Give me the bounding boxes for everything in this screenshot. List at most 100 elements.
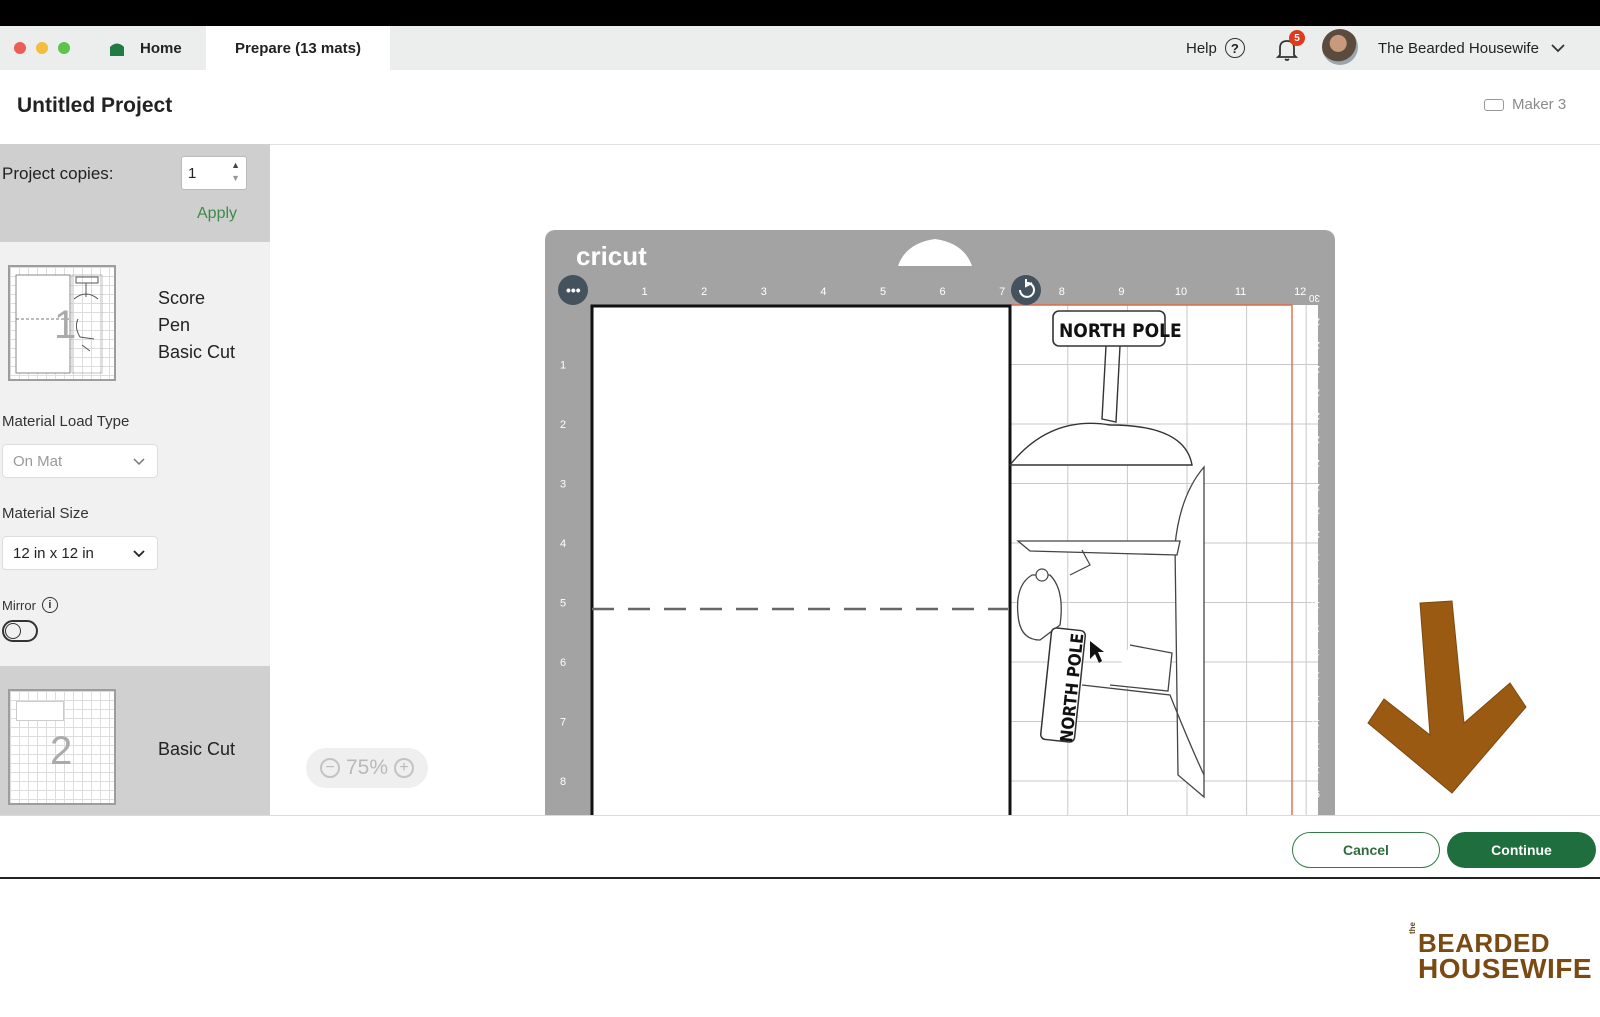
help-icon: ? xyxy=(1224,38,1245,58)
y-ruler-right-tick: 17 xyxy=(1308,599,1320,610)
x-ruler-tick: 10 xyxy=(1175,286,1187,298)
machine-label: Maker 3 xyxy=(1512,96,1567,113)
y-ruler-right-tick: 16 xyxy=(1308,622,1320,633)
white-card xyxy=(590,304,1012,815)
tab-home[interactable]: Home xyxy=(108,26,182,70)
zoom-in-icon[interactable]: + xyxy=(394,758,415,778)
x-ruler-tick: 3 xyxy=(761,286,767,298)
y-ruler-right-tick: 15 xyxy=(1308,646,1320,657)
project-header xyxy=(0,70,1600,145)
tab-prepare[interactable]: Prepare (13 mats) xyxy=(206,26,390,70)
mat-preview-canvas: cricut 1 2 3 4 5 6 7 8 9 10 11 12 12345678 30 29 28 27… xyxy=(270,145,1600,815)
mat-thumbnail-1[interactable]: 1 xyxy=(8,265,116,381)
mat-2-operations: Basic Cut xyxy=(158,736,235,763)
y-ruler-right-tick: 30 xyxy=(1308,292,1320,303)
window-minimize-button[interactable] xyxy=(36,42,48,54)
tutorial-arrow xyxy=(1367,600,1527,794)
x-ruler-tick: 11 xyxy=(1235,286,1246,298)
x-ruler-tick: 4 xyxy=(820,286,826,298)
ellipsis-icon: ••• xyxy=(566,282,581,298)
operation-basic-cut-2: Basic Cut xyxy=(158,739,236,759)
mat-thumbnail-2[interactable]: 2 xyxy=(8,689,116,805)
x-ruler-tick: 5 xyxy=(880,286,886,298)
operation-pen: Pen xyxy=(158,315,191,335)
chevron-down-icon xyxy=(1551,43,1565,52)
stepper-down-icon[interactable]: ▼ xyxy=(231,172,240,185)
y-ruler-right-tick: 28 xyxy=(1308,339,1320,350)
notifications-button[interactable]: 5 xyxy=(1275,30,1305,63)
user-name: The Bearded Housewife xyxy=(1378,39,1539,57)
y-ruler-tick: 3 xyxy=(560,479,566,491)
y-ruler-right-tick: 12 xyxy=(1308,717,1320,728)
x-ruler-tick: 2 xyxy=(701,286,707,298)
y-ruler-right-tick: 10 xyxy=(1308,764,1320,775)
mirror-toggle[interactable] xyxy=(2,620,38,642)
tab-prepare-label: Prepare (13 mats) xyxy=(235,39,361,57)
copies-input[interactable]: 1 ▲ ▼ xyxy=(181,156,247,190)
help-button[interactable]: Help ? xyxy=(1186,26,1245,70)
material-size-select[interactable]: 12 in x 12 in xyxy=(2,536,158,570)
y-ruler-right-tick: 26 xyxy=(1308,386,1320,397)
y-ruler-right-tick: 19 xyxy=(1308,552,1320,563)
help-label: Help xyxy=(1186,39,1217,57)
material-load-select[interactable]: On Mat xyxy=(2,444,158,478)
window-zoom-button[interactable] xyxy=(58,42,70,54)
y-ruler-tick: 1 xyxy=(560,360,566,372)
x-ruler-tick: 1 xyxy=(642,286,648,298)
watermark-logo: the BEARDED HOUSEWIFE xyxy=(1408,922,1593,984)
screen-top-bar xyxy=(0,0,1600,26)
y-ruler-right-tick: 25 xyxy=(1308,410,1320,421)
page-title: Untitled Project xyxy=(17,94,173,117)
y-ruler-tick: 6 xyxy=(560,657,566,669)
machine-icon xyxy=(1484,98,1504,111)
y-ruler-right-tick: 20 xyxy=(1308,528,1320,539)
cancel-button[interactable]: Cancel xyxy=(1292,832,1440,868)
info-icon[interactable]: i xyxy=(41,597,58,613)
window-close-button[interactable] xyxy=(14,42,26,54)
y-ruler-right-tick: 21 xyxy=(1308,504,1320,515)
y-ruler-right-tick: 27 xyxy=(1308,363,1320,374)
x-ruler-tick: 6 xyxy=(940,286,946,298)
tab-home-label: Home xyxy=(140,39,182,57)
mirror-label-row: Mirror i xyxy=(2,597,58,613)
apply-button[interactable]: Apply xyxy=(197,205,237,223)
cutting-mat: cricut 1 2 3 4 5 6 7 8 9 10 11 12 12345678 30292827… xyxy=(545,230,1527,815)
chevron-down-icon xyxy=(133,458,145,466)
machine-selector[interactable]: Maker 3 xyxy=(1484,96,1566,113)
zoom-out-icon[interactable]: − xyxy=(319,758,340,778)
watermark-line2: HOUSEWIFE xyxy=(1418,952,1593,984)
continue-button[interactable]: Continue xyxy=(1447,832,1596,868)
avatar[interactable] xyxy=(1322,29,1358,65)
user-menu[interactable]: The Bearded Housewife xyxy=(1378,26,1565,70)
chevron-down-icon xyxy=(133,550,145,558)
home-icon xyxy=(110,43,124,56)
sign-text-top: NORTH POLE xyxy=(1059,320,1182,342)
mat-1-operations: Score Pen Basic Cut xyxy=(158,285,235,366)
mat-number-1: 1 xyxy=(54,303,77,347)
y-ruler-right-tick: 23 xyxy=(1308,457,1320,468)
stepper-up-icon[interactable]: ▲ xyxy=(231,159,240,172)
copies-label: Project copies: xyxy=(2,164,114,183)
material-load-value: On Mat xyxy=(13,453,63,470)
mat-number-2: 2 xyxy=(50,729,73,773)
y-ruler-right-tick: 18 xyxy=(1308,575,1320,586)
zoom-level: 75% xyxy=(345,756,389,779)
x-ruler-tick: 7 xyxy=(999,286,1005,298)
y-ruler-tick: 5 xyxy=(560,598,566,610)
x-ruler-tick: 12 xyxy=(1294,286,1306,298)
zoom-control: − 75% + xyxy=(306,748,428,788)
y-ruler-right-tick: 22 xyxy=(1308,481,1320,492)
y-ruler-tick: 7 xyxy=(560,717,566,729)
mat-brand: cricut xyxy=(576,241,647,271)
operation-score: Score xyxy=(158,288,206,308)
mat-2-shape xyxy=(16,701,64,721)
copies-stepper[interactable]: ▲ ▼ xyxy=(231,159,240,185)
watermark-small: the xyxy=(1408,922,1417,934)
y-ruler-tick: 4 xyxy=(560,538,566,550)
mirror-label: Mirror xyxy=(2,597,36,613)
y-ruler-right-tick: 11 xyxy=(1309,740,1320,751)
y-ruler-right-tick: 13 xyxy=(1308,693,1320,704)
material-size-label: Material Size xyxy=(2,505,89,522)
x-ruler-tick: 8 xyxy=(1059,286,1065,298)
y-ruler-right-tick: 24 xyxy=(1308,434,1320,445)
